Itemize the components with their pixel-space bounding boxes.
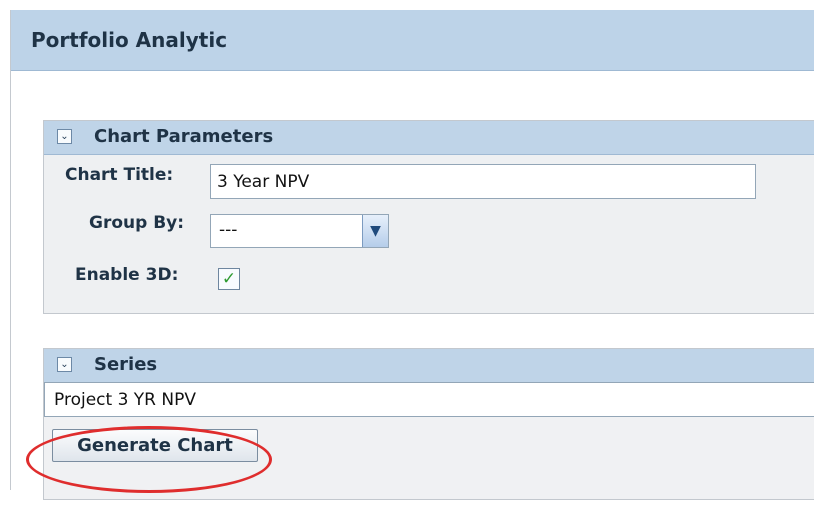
panel-header: Portfolio Analytic	[11, 10, 814, 71]
enable-3d-checkbox[interactable]: ✓	[218, 268, 240, 290]
group-by-label: Group By:	[89, 213, 185, 233]
chevron-down-icon[interactable]: ⌄	[57, 357, 72, 372]
enable-3d-label: Enable 3D:	[75, 265, 179, 285]
series-list-item[interactable]: Project 3 YR NPV	[44, 382, 814, 417]
series-header[interactable]: ⌄ Series	[44, 349, 814, 383]
group-by-select[interactable]: --- ▼	[210, 214, 389, 248]
series-section: ⌄ Series Project 3 YR NPV Generate Chart	[43, 348, 814, 500]
chart-parameters-header[interactable]: ⌄ Chart Parameters	[44, 121, 814, 155]
portfolio-analytic-panel: Portfolio Analytic ⌄ Chart Parameters Ch…	[10, 10, 814, 500]
chart-title-label: Chart Title:	[65, 165, 174, 185]
checkmark-icon: ✓	[221, 269, 237, 289]
panel-title: Portfolio Analytic	[31, 28, 228, 52]
generate-chart-button[interactable]: Generate Chart	[52, 429, 258, 462]
group-by-value: ---	[219, 220, 238, 240]
chart-parameters-section: ⌄ Chart Parameters Chart Title: 3 Year N…	[43, 120, 814, 314]
chart-parameters-title: Chart Parameters	[94, 126, 274, 147]
chevron-down-icon[interactable]: ⌄	[57, 129, 72, 144]
chart-title-input[interactable]: 3 Year NPV	[210, 164, 756, 199]
dropdown-chevron-icon[interactable]: ▼	[362, 215, 388, 247]
series-title: Series	[94, 354, 158, 375]
